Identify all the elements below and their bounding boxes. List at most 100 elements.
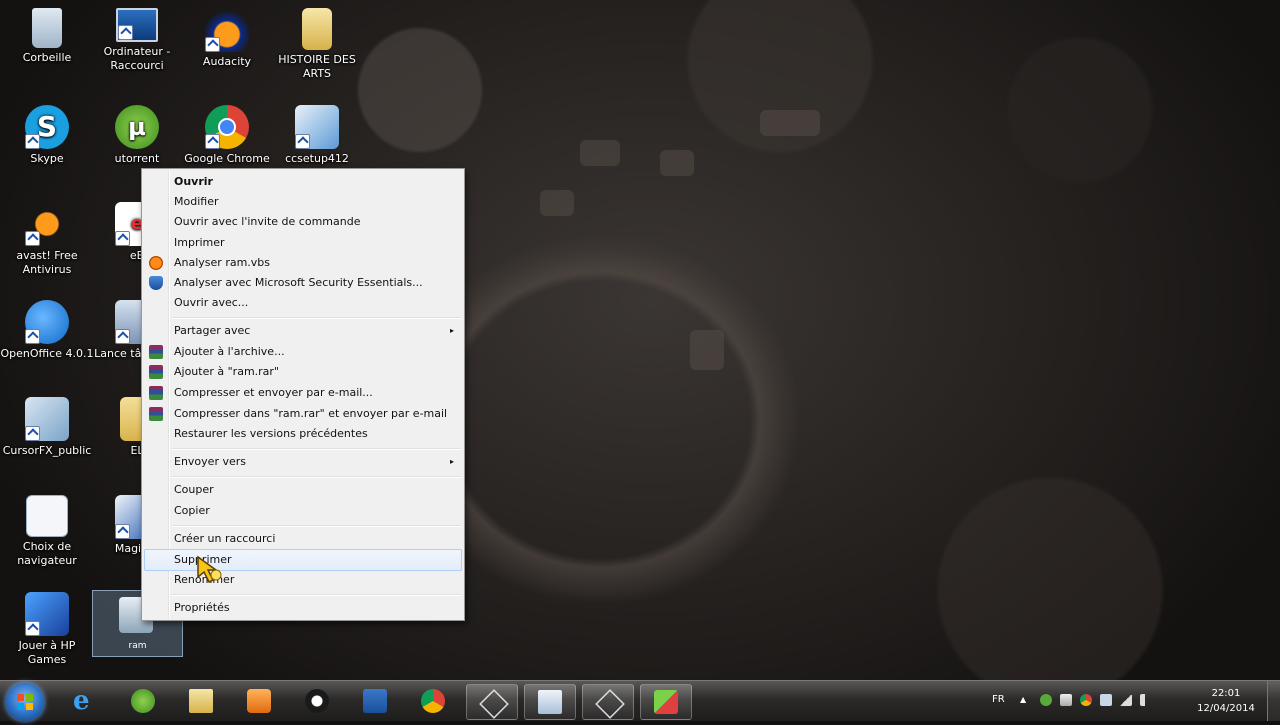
utorrent-tray-icon[interactable] <box>1040 694 1052 706</box>
menu-item-label: Restaurer les versions précédentes <box>174 427 368 440</box>
menu-item-label: Ouvrir <box>174 175 213 188</box>
desktop-icon-browser-choice[interactable]: Choix de navigateur <box>0 495 94 568</box>
menu-item-label: Propriétés <box>174 601 230 614</box>
desktop-icon-label: ccsetup412 <box>285 152 349 165</box>
volume-icon[interactable] <box>1140 694 1152 706</box>
taskbar-internet-explorer[interactable]: e <box>60 684 110 718</box>
taskbar-running-app-1[interactable] <box>466 684 518 720</box>
taskbar-utorrent[interactable] <box>118 684 168 718</box>
menu-item-open-with-command-prompt[interactable]: Ouvrir avec l'invite de commande <box>144 212 462 232</box>
clock-date[interactable]: 12/04/2014 <box>1196 703 1256 714</box>
avast-icon <box>25 202 69 246</box>
clock-time[interactable]: 22:01 <box>1196 688 1256 699</box>
desktop-icon-skype[interactable]: S Skype <box>0 105 94 166</box>
desktop-icon-label: CursorFX_public <box>2 444 92 457</box>
wallpaper-detail <box>540 190 574 216</box>
network-icon[interactable] <box>1120 694 1132 706</box>
cursorfx-icon <box>25 397 69 441</box>
windows-logo-icon <box>17 694 33 710</box>
menu-item-add-to-ram-rar[interactable]: Ajouter à "ram.rar" <box>144 362 462 382</box>
diamond-app-icon <box>479 689 509 719</box>
desktop-icon-audacity[interactable]: Audacity <box>180 8 274 69</box>
desktop-icon-label: Google Chrome <box>184 152 270 165</box>
taskbar: e FR ▲ 22:01 12/04/2014 <box>0 680 1280 721</box>
menu-item-copy[interactable]: Copier <box>144 501 462 521</box>
check-icon <box>363 689 387 713</box>
desktop-icon-hp-games[interactable]: Jouer à HP Games <box>0 592 94 667</box>
menu-item-print[interactable]: Imprimer <box>144 233 462 253</box>
submenu-arrow-icon: ▸ <box>449 326 454 335</box>
menu-item-rename[interactable]: Renommer <box>144 570 462 590</box>
desktop-icon-folder-histoire[interactable]: HISTOIRE DES ARTS <box>270 8 364 81</box>
desktop-icon-cursorfx[interactable]: CursorFX_public <box>0 397 94 458</box>
chrome-icon <box>205 105 249 149</box>
desktop-icon-label: avast! Free Antivirus <box>16 249 78 276</box>
menu-item-properties[interactable]: Propriétés <box>144 598 462 618</box>
menu-item-label: Compresser et envoyer par e-mail... <box>174 386 373 399</box>
recycle-bin-icon <box>32 8 62 48</box>
desktop-icon-recycle-bin[interactable]: Corbeille <box>0 8 94 65</box>
menu-item-add-to-archive[interactable]: Ajouter à l'archive... <box>144 342 462 362</box>
flag-icon[interactable] <box>1060 694 1072 706</box>
desktop-icon-label: Audacity <box>202 55 252 68</box>
menu-item-compress-and-email[interactable]: Compresser et envoyer par e-mail... <box>144 383 462 403</box>
menu-item-edit[interactable]: Modifier <box>144 192 462 212</box>
menu-item-compress-to-ram-rar-and-email[interactable]: Compresser dans "ram.rar" et envoyer par… <box>144 404 462 424</box>
taskbar-media-player[interactable] <box>234 684 284 718</box>
desktop-icon-ccsetup[interactable]: ccsetup412 <box>270 105 364 166</box>
desktop-icon-computer-shortcut[interactable]: Ordinateur - Raccourci <box>90 8 184 73</box>
audacity-icon <box>205 8 249 52</box>
desktop-icon-utorrent[interactable]: µ utorrent <box>90 105 184 166</box>
menu-item-open-with[interactable]: Ouvrir avec... <box>144 293 462 313</box>
taskbar-running-app-2[interactable] <box>582 684 634 720</box>
menu-item-delete[interactable]: Supprimer <box>144 549 462 571</box>
show-hidden-icons-arrow-icon[interactable]: ▲ <box>1020 695 1026 704</box>
taskbar-explorer[interactable] <box>176 684 226 718</box>
menu-item-label: Compresser dans "ram.rar" et envoyer par… <box>174 407 448 420</box>
chrome-tray-icon[interactable] <box>1080 694 1092 706</box>
desktop-icon-label: utorrent <box>114 152 160 165</box>
taskbar-running-notepad[interactable] <box>524 684 576 720</box>
avast-icon <box>149 256 163 270</box>
menu-separator <box>172 525 461 527</box>
hp-games-icon <box>25 592 69 636</box>
taskbar-hp[interactable] <box>292 684 342 718</box>
menu-item-label: Copier <box>174 504 210 517</box>
desktop-icon-chrome[interactable]: Google Chrome <box>180 105 274 166</box>
language-indicator[interactable]: FR <box>992 694 1005 705</box>
folder-icon <box>302 8 332 50</box>
menu-separator <box>172 317 461 319</box>
desktop-icon-label: OpenOffice 4.0.1 <box>0 347 94 360</box>
menu-item-scan-file[interactable]: Analyser ram.vbs <box>144 253 462 273</box>
desktop-icon-label: Choix de navigateur <box>17 540 77 567</box>
menu-item-open[interactable]: Ouvrir <box>144 172 462 192</box>
desktop-icon-avast[interactable]: avast! Free Antivirus <box>0 202 94 277</box>
menu-item-send-to[interactable]: Envoyer vers ▸ <box>144 452 462 472</box>
wallpaper-detail <box>690 330 724 370</box>
show-desktop-button[interactable] <box>1267 681 1280 721</box>
desktop-icon-openoffice[interactable]: OpenOffice 4.0.1 <box>0 300 94 361</box>
desktop-icon-label: Corbeille <box>22 51 72 64</box>
menu-item-label: Modifier <box>174 195 219 208</box>
menu-item-share-with[interactable]: Partager avec ▸ <box>144 321 462 341</box>
menu-item-label: Analyser ram.vbs <box>174 256 271 269</box>
menu-item-label: Ouvrir avec... <box>174 296 249 309</box>
menu-item-label: Analyser avec Microsoft Security Essenti… <box>174 276 423 289</box>
menu-item-label: Imprimer <box>174 236 225 249</box>
hp-icon <box>305 689 329 713</box>
taskbar-chrome[interactable] <box>408 684 458 718</box>
desktop-icon-label: Skype <box>30 152 64 165</box>
menu-item-scan-security-essentials[interactable]: Analyser avec Microsoft Security Essenti… <box>144 273 462 293</box>
menu-item-label: Ajouter à "ram.rar" <box>174 365 279 378</box>
menu-item-create-shortcut[interactable]: Créer un raccourci <box>144 529 462 549</box>
menu-item-label: Couper <box>174 483 214 496</box>
desktop[interactable]: Corbeille S Skype avast! Free Antivirus … <box>0 0 1280 680</box>
utorrent-icon <box>131 689 155 713</box>
menu-item-restore-previous-versions[interactable]: Restaurer les versions précédentes <box>144 424 462 444</box>
wallpaper-detail <box>660 150 694 176</box>
taskbar-checklist-app[interactable] <box>350 684 400 718</box>
taskbar-running-app-3[interactable] <box>640 684 692 720</box>
menu-item-cut[interactable]: Couper <box>144 480 462 500</box>
start-button[interactable] <box>6 683 44 721</box>
security-tray-icon[interactable] <box>1100 694 1112 706</box>
